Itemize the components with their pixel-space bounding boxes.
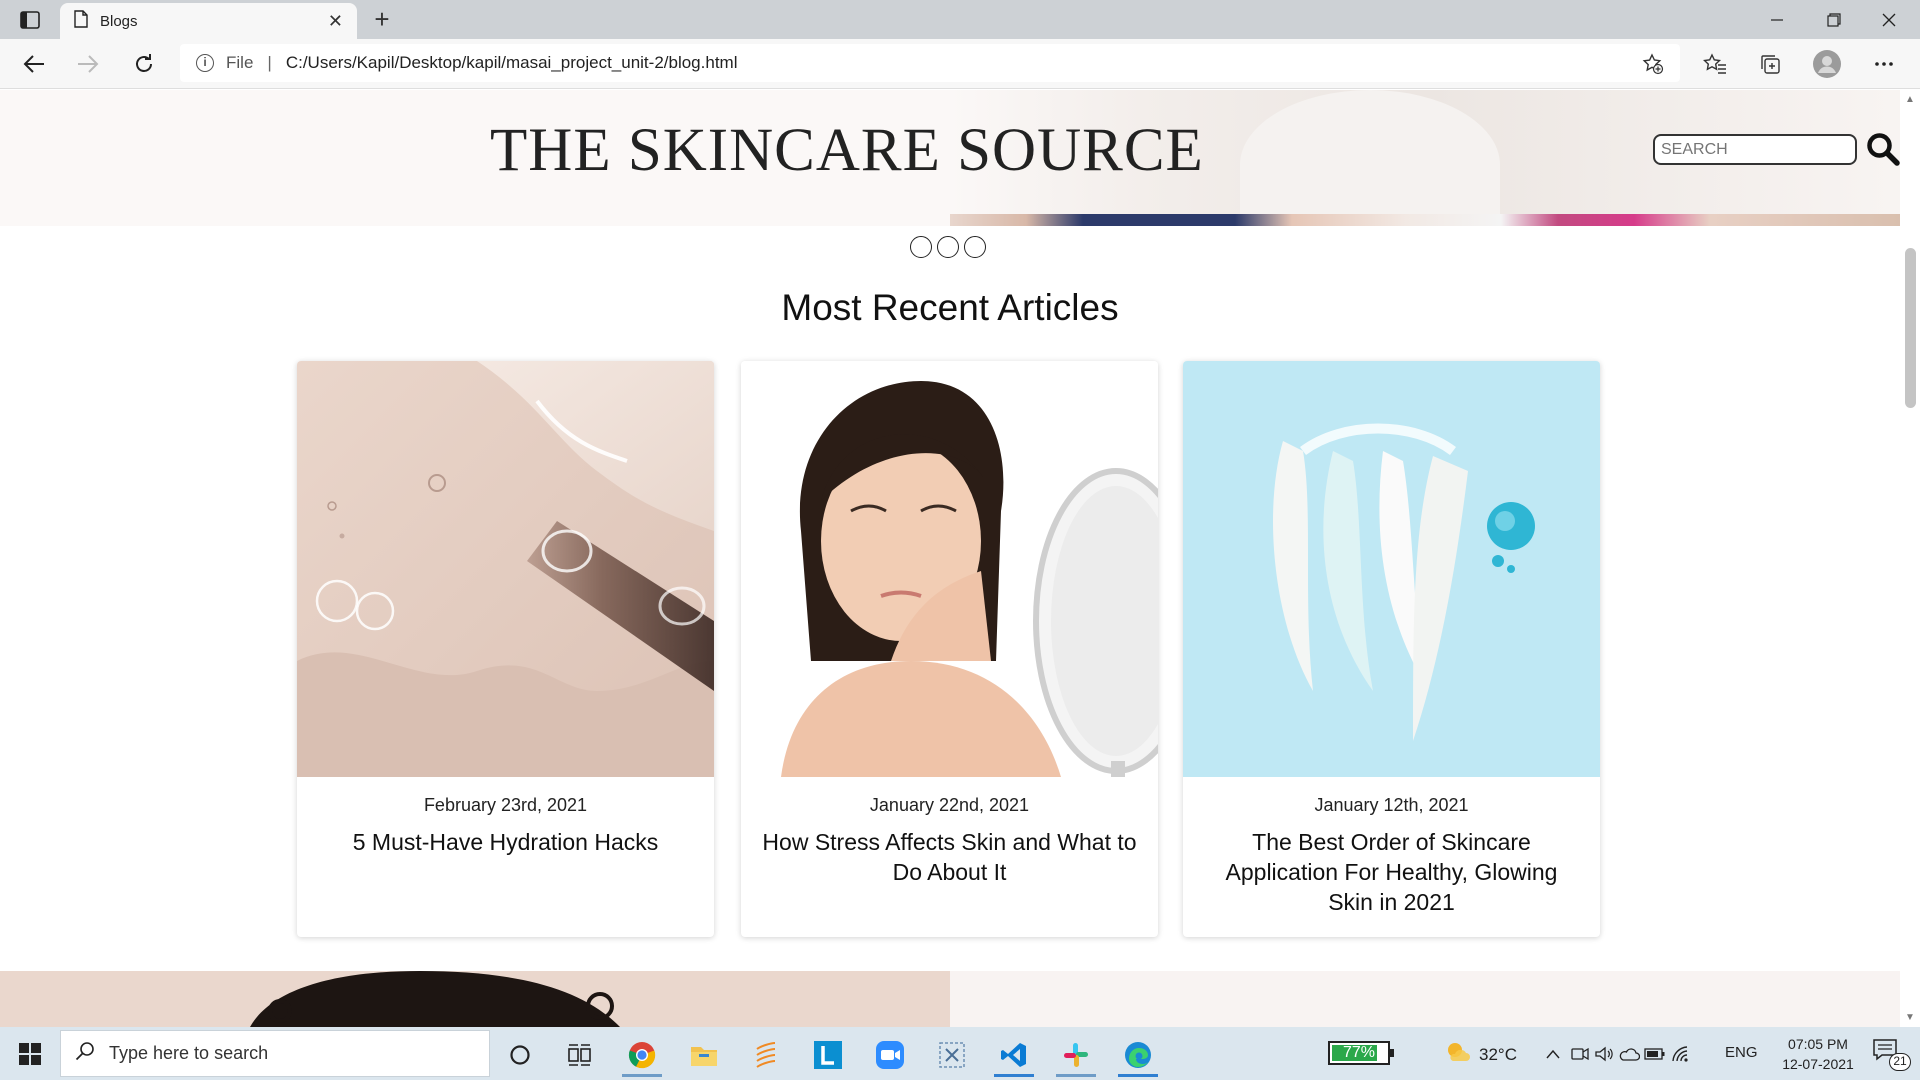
search-icon: [75, 1041, 95, 1066]
site-title: THE SKINCARE SOURCE: [490, 117, 1204, 184]
restore-button[interactable]: [1807, 0, 1861, 39]
article-card[interactable]: January 12th, 2021 The Best Order of Ski…: [1183, 361, 1600, 937]
windows-taskbar: Type here to search 77% 32°C ENG 07:05 P…: [0, 1027, 1920, 1080]
input-language[interactable]: ENG: [1725, 1044, 1758, 1061]
article-title[interactable]: The Best Order of Skincare Application F…: [1203, 827, 1580, 917]
article-date: January 22nd, 2021: [869, 795, 1030, 815]
hero-banner: THE SKINCARE SOURCE: [0, 90, 1900, 226]
battery-indicator[interactable]: 77%: [1328, 1041, 1394, 1065]
snipping-tool-icon[interactable]: [924, 1032, 980, 1077]
forward-button[interactable]: [70, 46, 106, 82]
zoom-icon[interactable]: [862, 1032, 918, 1077]
edge-icon[interactable]: [1110, 1032, 1166, 1077]
section-title: Most Recent Articles: [781, 287, 1119, 328]
browser-tab[interactable]: Blogs ✕: [60, 3, 357, 39]
address-scheme-label: File: [226, 53, 254, 72]
slack-icon[interactable]: [1048, 1032, 1104, 1077]
taskbar-search-box[interactable]: Type here to search: [60, 1030, 490, 1077]
close-window-button[interactable]: [1862, 0, 1916, 39]
address-bar[interactable]: i File | C:/Users/Kapil/Desktop/kapil/ma…: [180, 44, 1680, 82]
cortana-icon[interactable]: [492, 1032, 548, 1077]
tab-title: Blogs: [100, 12, 138, 30]
article-image-serum[interactable]: [297, 361, 714, 777]
carousel-dot[interactable]: [910, 236, 932, 258]
address-url[interactable]: C:/Users/Kapil/Desktop/kapil/masai_proje…: [286, 53, 738, 73]
temperature: 32°C: [1479, 1044, 1517, 1064]
chrome-icon[interactable]: [614, 1032, 670, 1077]
more-options-icon[interactable]: [1866, 46, 1902, 82]
page-viewport: THE SKINCARE SOURCE Most Recent Articles: [0, 90, 1900, 1027]
clock-date: 12-07-2021: [1782, 1056, 1854, 1072]
search-icon[interactable]: [1866, 132, 1900, 166]
carousel-dot[interactable]: [964, 236, 986, 258]
battery-percent: 77%: [1342, 1044, 1376, 1061]
browser-toolbar: i File | C:/Users/Kapil/Desktop/kapil/ma…: [0, 39, 1920, 89]
windows-start-icon[interactable]: [10, 1037, 50, 1071]
page-icon: [74, 9, 88, 33]
article-card[interactable]: February 23rd, 2021 5 Must-Have Hydratio…: [297, 361, 714, 937]
favorites-icon[interactable]: [1697, 46, 1733, 82]
carousel-dots: [910, 236, 986, 258]
scroll-down-icon[interactable]: ▼: [1905, 1012, 1915, 1023]
task-view-icon[interactable]: [552, 1032, 608, 1077]
system-tray: 77% 32°C ENG 07:05 PM 12-07-2021 21: [1325, 1027, 1920, 1080]
weather-widget[interactable]: 32°C: [1445, 1041, 1517, 1068]
article-title[interactable]: 5 Must-Have Hydration Hacks: [317, 827, 694, 857]
wifi-icon[interactable]: [1670, 1043, 1692, 1065]
article-image-cream-swatches[interactable]: [1183, 361, 1600, 777]
sublime-text-icon[interactable]: [738, 1032, 794, 1077]
meet-now-icon[interactable]: [1569, 1043, 1591, 1065]
minimize-button[interactable]: [1750, 0, 1804, 39]
tab-close-button[interactable]: ✕: [328, 11, 343, 32]
tab-actions-icon[interactable]: [10, 6, 50, 34]
clock-time: 07:05 PM: [1788, 1036, 1848, 1052]
file-explorer-icon[interactable]: [676, 1032, 732, 1077]
weather-sun-cloud-icon: [1445, 1041, 1471, 1068]
scroll-up-icon[interactable]: ▲: [1905, 94, 1915, 105]
notification-badge: 21: [1889, 1053, 1911, 1071]
taskbar-search-placeholder: Type here to search: [109, 1043, 269, 1063]
article-title[interactable]: How Stress Affects Skin and What to Do A…: [761, 827, 1138, 887]
carousel-dot[interactable]: [937, 236, 959, 258]
address-separator: |: [267, 53, 272, 72]
search-input[interactable]: [1653, 134, 1857, 165]
collections-icon[interactable]: [1752, 46, 1788, 82]
article-date: January 12th, 2021: [1314, 795, 1469, 815]
refresh-button[interactable]: [126, 46, 162, 82]
article-card[interactable]: January 22nd, 2021 How Stress Affects Sk…: [741, 361, 1158, 937]
show-hidden-icons-chevron-icon[interactable]: [1542, 1043, 1564, 1065]
back-button[interactable]: [16, 46, 52, 82]
site-info-icon[interactable]: i: [196, 54, 214, 72]
new-tab-button[interactable]: +: [366, 4, 398, 36]
profile-avatar[interactable]: [1809, 46, 1845, 82]
system-clock[interactable]: 07:05 PM 12-07-2021: [1770, 1034, 1866, 1074]
notification-center-icon[interactable]: 21: [1873, 1039, 1913, 1071]
add-favorite-icon[interactable]: [1642, 53, 1664, 75]
lenovo-l-icon[interactable]: [800, 1032, 856, 1077]
article-date: February 23rd, 2021: [423, 795, 588, 815]
page-scrollbar[interactable]: ▲ ▼: [1900, 90, 1920, 1027]
next-section-photo: [0, 971, 950, 1027]
next-section-banner: [0, 971, 1900, 1027]
vscode-icon[interactable]: [986, 1032, 1042, 1077]
volume-icon[interactable]: [1593, 1043, 1615, 1065]
onedrive-icon[interactable]: [1618, 1043, 1640, 1065]
scrollbar-thumb[interactable]: [1905, 248, 1916, 408]
battery-tray-icon[interactable]: [1644, 1043, 1666, 1065]
article-image-woman-mirror[interactable]: [741, 361, 1158, 777]
tab-bar: Blogs ✕ +: [0, 0, 1920, 39]
